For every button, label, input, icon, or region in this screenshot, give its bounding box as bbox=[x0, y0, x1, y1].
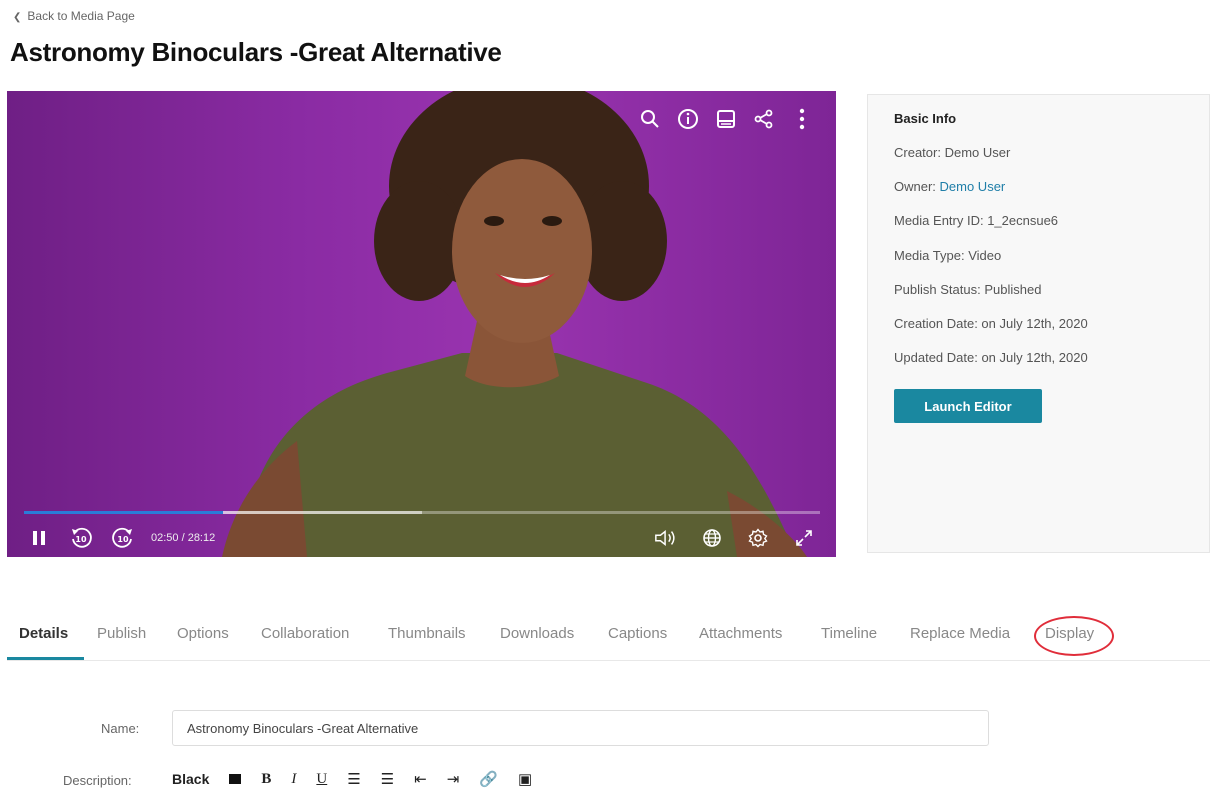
unordered-list-icon[interactable]: ☰ bbox=[381, 770, 394, 788]
video-frame bbox=[222, 91, 807, 557]
indent-icon[interactable]: ⇥ bbox=[447, 770, 460, 788]
basic-info-heading: Basic Info bbox=[894, 111, 957, 126]
pause-icon[interactable] bbox=[27, 526, 51, 550]
player-top-controls bbox=[638, 107, 814, 131]
tab-downloads[interactable]: Downloads bbox=[500, 625, 574, 642]
outdent-icon[interactable]: ⇤ bbox=[414, 770, 427, 788]
creation-date-info: Creation Date: on July 12th, 2020 bbox=[894, 316, 1088, 331]
media-entry-id-info: Media Entry ID: 1_2ecnsue6 bbox=[894, 213, 1059, 228]
basic-info-panel: Basic Info Creator: Demo User Owner: Dem… bbox=[867, 94, 1210, 553]
tab-publish[interactable]: Publish bbox=[97, 625, 146, 642]
video-person-face bbox=[452, 159, 592, 343]
media-tabs: Details Publish Options Collaboration Th… bbox=[7, 610, 1210, 661]
image-icon[interactable]: ▣ bbox=[518, 770, 532, 788]
transcript-icon[interactable] bbox=[714, 107, 738, 131]
ordered-list-icon[interactable]: ☰ bbox=[347, 770, 360, 788]
tab-captions[interactable]: Captions bbox=[608, 625, 667, 642]
tab-options[interactable]: Options bbox=[177, 625, 229, 642]
tab-timeline[interactable]: Timeline bbox=[821, 625, 877, 642]
owner-info: Owner: Demo User bbox=[894, 179, 1005, 194]
forward-10-label: 10 bbox=[117, 535, 129, 544]
forward-10-icon[interactable]: 10 bbox=[111, 526, 135, 550]
chevron-left-icon: ❮ bbox=[13, 12, 22, 23]
page-title: Astronomy Binoculars -Great Alternative bbox=[10, 37, 502, 67]
owner-prefix: Owner: bbox=[894, 179, 940, 194]
link-icon[interactable]: 🔗 bbox=[479, 770, 498, 788]
publish-status-info: Publish Status: Published bbox=[894, 282, 1042, 297]
back-to-media-link[interactable]: ❮ Back to Media Page bbox=[13, 9, 135, 23]
back-link-label: Back to Media Page bbox=[27, 9, 135, 23]
tab-collaboration[interactable]: Collaboration bbox=[261, 625, 349, 642]
tab-attachments[interactable]: Attachments bbox=[699, 625, 782, 642]
launch-editor-button[interactable]: Launch Editor bbox=[894, 389, 1042, 423]
share-icon[interactable] bbox=[752, 107, 776, 131]
info-icon[interactable] bbox=[676, 107, 700, 131]
updated-date-info: Updated Date: on July 12th, 2020 bbox=[894, 350, 1088, 365]
name-label: Name: bbox=[101, 721, 140, 736]
volume-icon[interactable] bbox=[654, 526, 678, 550]
tab-display[interactable]: Display bbox=[1045, 625, 1094, 642]
fullscreen-icon[interactable] bbox=[792, 526, 816, 550]
name-input[interactable] bbox=[172, 710, 989, 746]
owner-link[interactable]: Demo User bbox=[940, 179, 1006, 194]
settings-icon[interactable] bbox=[746, 526, 770, 550]
tab-details[interactable]: Details bbox=[19, 625, 68, 642]
color-swatch-icon[interactable] bbox=[229, 774, 242, 784]
language-icon[interactable] bbox=[700, 526, 724, 550]
media-type-info: Media Type: Video bbox=[894, 248, 1002, 263]
more-options-icon[interactable] bbox=[790, 107, 814, 131]
player-bottom-controls: 10 10 02:50 / 28:12 bbox=[27, 525, 816, 551]
tab-replace-media[interactable]: Replace Media bbox=[910, 625, 1010, 642]
video-player[interactable]: 10 10 02:50 / 28:12 bbox=[7, 91, 836, 557]
description-label: Description: bbox=[63, 773, 132, 788]
creator-info: Creator: Demo User bbox=[894, 145, 1011, 160]
search-icon[interactable] bbox=[638, 107, 662, 131]
tab-thumbnails[interactable]: Thumbnails bbox=[388, 625, 466, 642]
rewind-10-icon[interactable]: 10 bbox=[69, 526, 93, 550]
progress-bar[interactable] bbox=[24, 511, 820, 514]
active-tab-indicator bbox=[7, 657, 84, 660]
description-editor-toolbar: Black B I U ☰ ☰ ⇤ ⇥ 🔗 ▣ bbox=[172, 770, 532, 788]
rewind-10-label: 10 bbox=[75, 535, 87, 544]
time-display: 02:50 / 28:12 bbox=[151, 532, 216, 544]
progress-played bbox=[24, 511, 223, 514]
